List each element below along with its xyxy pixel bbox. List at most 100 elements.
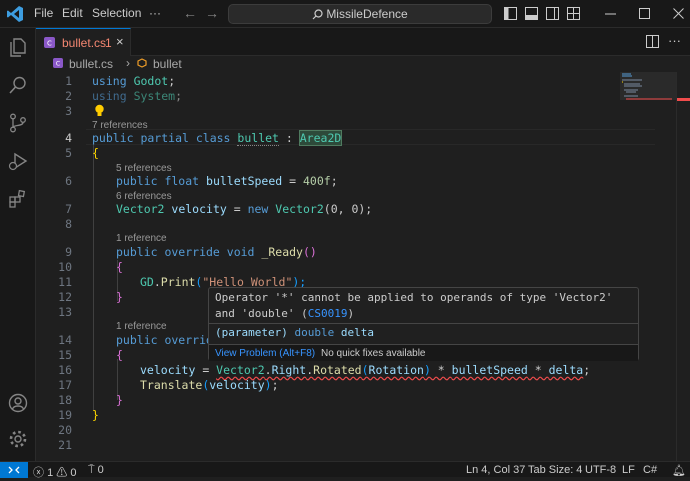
code-line-19: } xyxy=(92,408,99,422)
error-circle-icon: ⓧ xyxy=(33,467,44,479)
source-control-icon[interactable] xyxy=(7,112,29,134)
menu-more[interactable]: ··· xyxy=(149,6,161,20)
code-line-10: { xyxy=(116,260,123,274)
tab-problem-count: 1 xyxy=(105,36,112,50)
warning-count: 0 xyxy=(70,467,77,479)
command-center-label: MissileDefence xyxy=(326,7,408,21)
codelens-references[interactable]: 7 references xyxy=(92,120,148,131)
line-number: 12 xyxy=(58,290,72,304)
svg-text:C: C xyxy=(56,61,61,68)
close-window-icon[interactable] xyxy=(672,7,685,20)
tab-bullet-cs[interactable]: C bullet.cs 1 × xyxy=(36,28,131,56)
code-line-15: { xyxy=(116,348,123,362)
toggle-panel-icon[interactable] xyxy=(525,7,538,20)
lightbulb-icon[interactable] xyxy=(94,104,105,117)
editor-tabs: C bullet.cs 1 × ··· xyxy=(36,28,690,56)
line-number: 18 xyxy=(58,393,72,407)
line-number: 5 xyxy=(65,146,72,160)
encoding[interactable]: UTF-8 xyxy=(585,464,616,476)
svg-text:C: C xyxy=(47,39,52,47)
tab-close-icon[interactable]: × xyxy=(116,34,124,49)
scrollbar-error-marker xyxy=(677,98,690,101)
split-editor-icon[interactable] xyxy=(646,35,659,48)
line-number: 15 xyxy=(58,348,72,362)
customize-layout-icon[interactable] xyxy=(567,7,580,20)
line-number: 11 xyxy=(58,275,72,289)
codelens-references[interactable]: 5 references xyxy=(116,163,172,174)
codelens-references[interactable]: 1 reference xyxy=(116,321,167,332)
problems-indicator[interactable]: ⓧ 1 ⚠ 0 xyxy=(33,464,76,480)
more-actions-icon[interactable]: ··· xyxy=(668,33,681,48)
line-number: 1 xyxy=(65,74,72,88)
tab-size[interactable]: Tab Size: 4 xyxy=(528,464,582,476)
vertical-scrollbar[interactable] xyxy=(676,72,690,461)
run-and-debug-icon[interactable] xyxy=(7,150,29,172)
code-line-9: public override void _Ready() xyxy=(116,245,317,259)
toggle-secondary-sidebar-icon[interactable] xyxy=(546,7,559,20)
explorer-icon[interactable] xyxy=(7,36,29,58)
hover-actions: View Problem (Alt+F8) No quick fixes ava… xyxy=(209,344,638,361)
cursor-position[interactable]: Ln 4, Col 37 xyxy=(466,464,525,476)
error-count: 1 xyxy=(47,467,54,479)
line-number: 20 xyxy=(58,423,72,437)
end-of-line[interactable]: LF xyxy=(622,464,635,476)
line-number: 8 xyxy=(65,217,72,231)
line-number: 9 xyxy=(65,245,72,259)
minimize-icon[interactable] xyxy=(604,7,617,20)
line-number: 14 xyxy=(58,333,72,347)
code-line-1: using Godot; xyxy=(92,74,176,88)
code-line-14: public override xyxy=(116,333,220,347)
account-icon[interactable] xyxy=(7,392,29,414)
line-number: 6 xyxy=(65,174,72,188)
codelens-references[interactable]: 1 reference xyxy=(116,233,167,244)
command-center-search[interactable]: MissileDefence xyxy=(228,4,492,24)
notifications-bell-icon[interactable]: 🔔︎ xyxy=(672,464,686,477)
csharp-file-icon: C xyxy=(44,37,55,48)
code-line-7: Vector2 velocity = new Vector2(0, 0); xyxy=(116,202,373,216)
breadcrumb-file[interactable]: bullet.cs xyxy=(69,57,113,71)
line-number: 21 xyxy=(58,438,72,452)
csharp-file-icon: C xyxy=(53,58,63,68)
extensions-icon[interactable] xyxy=(7,188,29,210)
minimap[interactable] xyxy=(620,72,676,461)
menu-edit[interactable]: Edit xyxy=(62,6,83,20)
codelens-references[interactable]: 6 references xyxy=(116,191,172,202)
error-code-link[interactable]: CS0019 xyxy=(308,307,348,320)
warning-icon: ⚠ xyxy=(56,467,68,479)
code-line-2: using System; xyxy=(92,89,183,103)
line-number: 3 xyxy=(65,104,72,118)
language-mode[interactable]: C# xyxy=(643,464,657,476)
code-line-5: { xyxy=(92,146,99,160)
menu-file[interactable]: File xyxy=(34,6,53,20)
vscode-logo-icon xyxy=(7,6,23,22)
class-symbol-icon xyxy=(137,58,147,68)
search-icon xyxy=(312,9,323,20)
line-number: 2 xyxy=(65,89,72,103)
line-number: 17 xyxy=(58,378,72,392)
hover-signature: (parameter) double delta xyxy=(215,326,374,339)
status-bar: ⓧ 1 ⚠ 0 ⍑ 0 Ln 4, Col 37 Tab Size: 4 UTF… xyxy=(0,461,690,480)
remote-indicator[interactable] xyxy=(0,462,28,478)
forward-arrow-icon[interactable]: → xyxy=(205,5,219,21)
code-line-16: velocity = Vector2.Right.Rotated(Rotatio… xyxy=(140,363,591,377)
menu-selection[interactable]: Selection xyxy=(92,6,141,20)
no-quick-fixes-label: No quick fixes available xyxy=(321,348,426,359)
breadcrumb-symbol[interactable]: bullet xyxy=(153,57,182,71)
breadcrumb: C bullet.cs › bullet xyxy=(36,56,690,72)
line-number: 4 xyxy=(65,131,72,145)
line-number: 16 xyxy=(58,363,72,377)
ports-count: 0 xyxy=(97,464,104,476)
indent-guide xyxy=(93,144,94,410)
breadcrumb-separator: › xyxy=(126,56,130,70)
toggle-primary-sidebar-icon[interactable] xyxy=(504,7,517,20)
code-editor[interactable]: 1 2 3 4 5 6 7 8 9 10 11 12 13 14 15 16 1… xyxy=(36,72,655,461)
error-hover-popup: Operator '*' cannot be applied to operan… xyxy=(208,287,639,361)
ports-indicator[interactable]: ⍑ 0 xyxy=(88,464,104,477)
code-line-4: public partial class bullet : Area2D xyxy=(92,130,343,146)
code-line-6: public float bulletSpeed = 400f; xyxy=(116,174,338,188)
back-arrow-icon[interactable]: ← xyxy=(183,5,197,21)
settings-gear-icon[interactable] xyxy=(7,428,29,450)
view-problem-link[interactable]: View Problem (Alt+F8) xyxy=(215,348,315,359)
maximize-icon[interactable] xyxy=(638,7,651,20)
search-icon[interactable] xyxy=(7,74,29,96)
